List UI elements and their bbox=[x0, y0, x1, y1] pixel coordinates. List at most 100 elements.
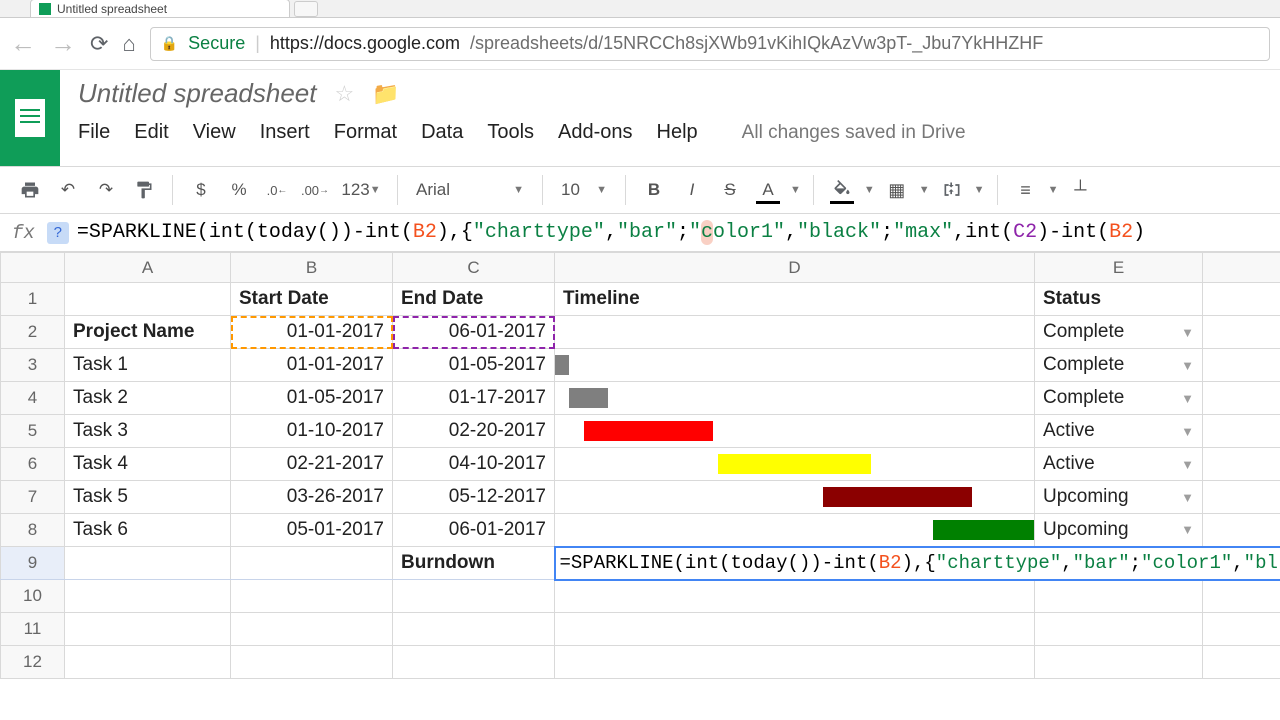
cell[interactable]: Task 1 bbox=[65, 349, 231, 382]
formula-text[interactable]: =SPARKLINE(int(today())-int(B2),{"chartt… bbox=[77, 221, 1145, 244]
text-color-caret[interactable]: ▼ bbox=[790, 184, 801, 196]
cell[interactable] bbox=[231, 580, 393, 613]
cell[interactable]: 01-01-2017 bbox=[231, 316, 393, 349]
cell[interactable] bbox=[65, 580, 231, 613]
cell[interactable]: 01-01-2017 bbox=[231, 349, 393, 382]
status-cell[interactable]: Active▼ bbox=[1035, 415, 1203, 448]
dropdown-caret-icon[interactable]: ▼ bbox=[1181, 391, 1194, 406]
col-header-E[interactable]: E bbox=[1035, 253, 1203, 283]
home-button[interactable]: ⌂ bbox=[122, 31, 135, 57]
cell[interactable] bbox=[393, 646, 555, 679]
dropdown-caret-icon[interactable]: ▼ bbox=[1181, 522, 1194, 537]
cell[interactable] bbox=[1035, 580, 1203, 613]
status-cell[interactable]: Complete▼ bbox=[1035, 382, 1203, 415]
select-all-corner[interactable] bbox=[1, 253, 65, 283]
cell[interactable] bbox=[555, 646, 1035, 679]
merge-cells-button[interactable] bbox=[936, 174, 968, 206]
dropdown-caret-icon[interactable]: ▼ bbox=[1181, 457, 1194, 472]
cell[interactable] bbox=[1203, 580, 1280, 613]
back-button[interactable]: ← bbox=[10, 28, 36, 59]
new-tab-button[interactable] bbox=[294, 1, 318, 17]
cell[interactable] bbox=[231, 547, 393, 580]
font-family-dropdown[interactable]: Arial▼ bbox=[410, 174, 530, 206]
row-header[interactable]: 12 bbox=[1, 646, 65, 679]
horizontal-align-button[interactable]: ≡ bbox=[1010, 174, 1042, 206]
bold-button[interactable]: B bbox=[638, 174, 670, 206]
cell[interactable]: Task 2 bbox=[65, 382, 231, 415]
strikethrough-button[interactable]: S bbox=[714, 174, 746, 206]
cell[interactable]: Task 5 bbox=[65, 481, 231, 514]
row-header[interactable]: 10 bbox=[1, 580, 65, 613]
cell[interactable]: Task 3 bbox=[65, 415, 231, 448]
cell[interactable]: 01-17-2017 bbox=[393, 382, 555, 415]
row-header[interactable]: 8 bbox=[1, 514, 65, 547]
timeline-cell[interactable] bbox=[555, 481, 1035, 514]
cell[interactable] bbox=[1203, 415, 1280, 448]
row-header[interactable]: 11 bbox=[1, 613, 65, 646]
dropdown-caret-icon[interactable]: ▼ bbox=[1181, 325, 1194, 340]
row-header[interactable]: 9 bbox=[1, 547, 65, 580]
status-cell[interactable]: Upcoming▼ bbox=[1035, 481, 1203, 514]
menu-view[interactable]: View bbox=[193, 121, 236, 144]
row-header[interactable]: 4 bbox=[1, 382, 65, 415]
col-header-F[interactable] bbox=[1203, 253, 1280, 283]
cell[interactable]: 04-10-2017 bbox=[393, 448, 555, 481]
cell[interactable]: End Date bbox=[393, 283, 555, 316]
cell[interactable] bbox=[1203, 646, 1280, 679]
cell[interactable] bbox=[1203, 613, 1280, 646]
cell[interactable]: Start Date bbox=[231, 283, 393, 316]
number-format-dropdown[interactable]: 123 ▼ bbox=[337, 174, 385, 206]
menu-insert[interactable]: Insert bbox=[260, 121, 310, 144]
decrease-decimal-button[interactable]: .0← bbox=[261, 174, 293, 206]
cell[interactable]: 02-21-2017 bbox=[231, 448, 393, 481]
dropdown-caret-icon[interactable]: ▼ bbox=[1181, 490, 1194, 505]
cell[interactable] bbox=[231, 613, 393, 646]
status-cell[interactable]: Active▼ bbox=[1035, 448, 1203, 481]
cell[interactable]: Status bbox=[1035, 283, 1203, 316]
menu-file[interactable]: File bbox=[78, 121, 110, 144]
row-header[interactable]: 3 bbox=[1, 349, 65, 382]
row-header[interactable]: 2 bbox=[1, 316, 65, 349]
browser-tab[interactable]: Untitled spreadsheet bbox=[30, 0, 290, 17]
paint-format-button[interactable] bbox=[128, 174, 160, 206]
column-headers[interactable]: A B C D E bbox=[1, 253, 1280, 283]
cell[interactable] bbox=[1203, 481, 1280, 514]
cell[interactable]: 05-01-2017 bbox=[231, 514, 393, 547]
text-color-button[interactable]: A bbox=[752, 174, 784, 206]
merge-caret[interactable]: ▼ bbox=[974, 184, 985, 196]
borders-caret[interactable]: ▼ bbox=[919, 184, 930, 196]
col-header-A[interactable]: A bbox=[65, 253, 231, 283]
currency-button[interactable]: $ bbox=[185, 174, 217, 206]
cell[interactable] bbox=[231, 646, 393, 679]
redo-button[interactable]: ↷ bbox=[90, 174, 122, 206]
cell[interactable]: Timeline bbox=[555, 283, 1035, 316]
cell[interactable] bbox=[555, 580, 1035, 613]
timeline-cell[interactable] bbox=[555, 382, 1035, 415]
sheets-logo[interactable] bbox=[0, 70, 60, 166]
fill-color-caret[interactable]: ▼ bbox=[864, 184, 875, 196]
percent-button[interactable]: % bbox=[223, 174, 255, 206]
timeline-cell[interactable] bbox=[555, 514, 1035, 547]
timeline-cell[interactable] bbox=[555, 349, 1035, 382]
cell[interactable] bbox=[1203, 283, 1280, 316]
undo-button[interactable]: ↶ bbox=[52, 174, 84, 206]
folder-icon[interactable]: 📁 bbox=[372, 81, 399, 107]
formula-bar[interactable]: fx ? =SPARKLINE(int(today())-int(B2),{"c… bbox=[0, 214, 1280, 252]
cell[interactable]: 03-26-2017 bbox=[231, 481, 393, 514]
cell[interactable] bbox=[1203, 514, 1280, 547]
vertical-align-button[interactable]: ┴ bbox=[1064, 174, 1096, 206]
borders-button[interactable]: ▦ bbox=[881, 174, 913, 206]
row-header[interactable]: 7 bbox=[1, 481, 65, 514]
row-header[interactable]: 5 bbox=[1, 415, 65, 448]
status-cell[interactable]: Upcoming▼ bbox=[1035, 514, 1203, 547]
reload-button[interactable]: ⟳ bbox=[90, 31, 108, 57]
row-header[interactable]: 6 bbox=[1, 448, 65, 481]
cell[interactable] bbox=[1203, 316, 1280, 349]
font-size-dropdown[interactable]: 10▼ bbox=[555, 174, 613, 206]
cell[interactable]: 06-01-2017 bbox=[393, 514, 555, 547]
cell[interactable] bbox=[65, 646, 231, 679]
doc-title[interactable]: Untitled spreadsheet bbox=[78, 78, 316, 109]
menu-addons[interactable]: Add-ons bbox=[558, 121, 633, 144]
formula-help-icon[interactable]: ? bbox=[47, 222, 69, 244]
cell[interactable] bbox=[65, 547, 231, 580]
